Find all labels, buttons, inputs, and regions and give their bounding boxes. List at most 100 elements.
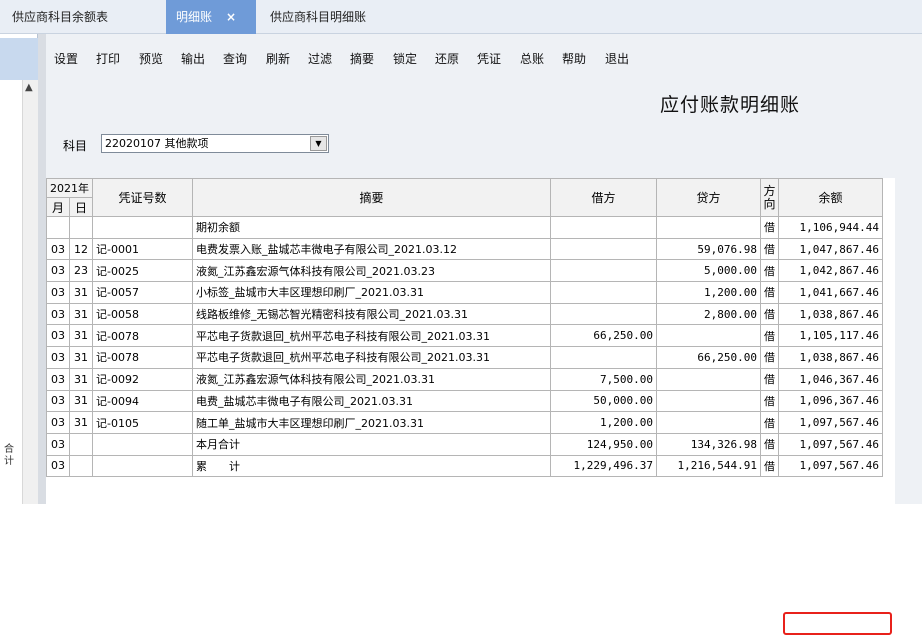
direction-cell: 借 bbox=[760, 411, 779, 434]
debit-cell bbox=[550, 216, 657, 239]
balance-cell: 1,041,667.46 bbox=[778, 281, 883, 304]
toolbar-filter-button[interactable]: 过滤 bbox=[308, 48, 332, 70]
toolbar-print-button[interactable]: 打印 bbox=[96, 48, 120, 70]
toolbar-refresh-button[interactable]: 刷新 bbox=[266, 48, 290, 70]
toolbar-exit-button[interactable]: 退出 bbox=[605, 48, 629, 70]
table-row[interactable]: 03 31 记-0092 液氮_江苏鑫宏源气体科技有限公司_2021.03.31 7,5… bbox=[46, 367, 883, 391]
toolbar-export-button[interactable]: 输出 bbox=[181, 48, 205, 70]
splitter[interactable] bbox=[38, 34, 46, 504]
month-cell: 03 bbox=[46, 346, 70, 369]
table-row[interactable]: 03 12 记-0001 电费发票入账_盐城芯丰微电子有限公司_2021.03.12 5… bbox=[46, 237, 883, 261]
toolbar-query-button[interactable]: 查询 bbox=[223, 48, 247, 70]
toolbar-summary-button[interactable]: 摘要 bbox=[350, 48, 374, 70]
tab-label: 明细账 bbox=[176, 10, 213, 24]
left-scrollbar[interactable] bbox=[22, 80, 38, 504]
tab-supplier-balance[interactable]: 供应商科目余额表 bbox=[12, 0, 108, 34]
tab-detail-ledger[interactable]: 明细账 × bbox=[166, 0, 256, 34]
close-icon[interactable]: × bbox=[226, 10, 236, 24]
table-row[interactable]: 03 31 记-0057 小标签_盐城市大丰区理想印刷厂_2021.03.31 1,20… bbox=[46, 281, 883, 304]
credit-header: 贷方 bbox=[656, 178, 761, 217]
voucher-cell bbox=[92, 216, 193, 239]
month-cell: 03 bbox=[46, 302, 70, 326]
debit-cell bbox=[550, 237, 657, 261]
month-cell: 03 bbox=[46, 259, 70, 283]
month-cell: 03 bbox=[46, 367, 70, 391]
credit-cell bbox=[656, 367, 761, 391]
table-row[interactable]: 期初余额 借 1,106,944.44 bbox=[46, 216, 883, 239]
day-cell: 31 bbox=[69, 281, 93, 304]
debit-cell bbox=[550, 281, 657, 304]
month-cell: 03 bbox=[46, 411, 70, 434]
table-row[interactable]: 03 本月合计 124,950.00 134,326.98 借 1,097,567.46 bbox=[46, 432, 883, 456]
summary-cell: 液氮_江苏鑫宏源气体科技有限公司_2021.03.23 bbox=[192, 259, 551, 283]
table-row[interactable]: 03 31 记-0078 平芯电子货款退回_杭州平芯电子科技有限公司_2021.03.… bbox=[46, 346, 883, 369]
highlight-box bbox=[783, 612, 892, 635]
day-cell: 31 bbox=[69, 411, 93, 434]
table-row[interactable]: 03 31 记-0078 平芯电子货款退回_杭州平芯电子科技有限公司_2021.03.… bbox=[46, 324, 883, 348]
direction-cell: 借 bbox=[760, 389, 779, 413]
debit-cell: 66,250.00 bbox=[550, 324, 657, 348]
summary-cell: 液氮_江苏鑫宏源气体科技有限公司_2021.03.31 bbox=[192, 367, 551, 391]
balance-cell: 1,097,567.46 bbox=[778, 454, 883, 478]
toolbar-preview-button[interactable]: 预览 bbox=[139, 48, 163, 70]
summary-cell: 期初余额 bbox=[192, 216, 551, 239]
toolbar-restore-button[interactable]: 还原 bbox=[435, 48, 459, 70]
voucher-cell: 记-0025 bbox=[92, 259, 193, 283]
summary-cell: 随工单_盐城市大丰区理想印刷厂_2021.03.31 bbox=[192, 411, 551, 434]
table-row[interactable]: 03 31 记-0105 随工单_盐城市大丰区理想印刷厂_2021.03.31 1,20… bbox=[46, 411, 883, 434]
day-cell: 31 bbox=[69, 367, 93, 391]
report-title: 应付账款明细账 bbox=[660, 94, 801, 116]
day-cell: 23 bbox=[69, 259, 93, 283]
tab-supplier-detail[interactable]: 供应商科目明细账 bbox=[270, 0, 366, 34]
table-row[interactable]: 03 31 记-0094 电费_盐城芯丰微电子有限公司_2021.03.31 50,00… bbox=[46, 389, 883, 413]
balance-cell: 1,105,117.46 bbox=[778, 324, 883, 348]
credit-cell: 5,000.00 bbox=[656, 259, 761, 283]
table-row[interactable]: 03 23 记-0025 液氮_江苏鑫宏源气体科技有限公司_2021.03.23 5,0… bbox=[46, 259, 883, 283]
voucher-cell: 记-0078 bbox=[92, 346, 193, 369]
toolbar: 设置 打印 预览 输出 查询 刷新 过滤 摘要 锁定 还原 凭证 总账 帮助 退… bbox=[46, 48, 922, 70]
direction-header: 方向 bbox=[760, 178, 779, 217]
voucher-cell: 记-0057 bbox=[92, 281, 193, 304]
month-cell: 03 bbox=[46, 454, 70, 478]
summary-cell: 小标签_盐城市大丰区理想印刷厂_2021.03.31 bbox=[192, 281, 551, 304]
balance-cell: 1,042,867.46 bbox=[778, 259, 883, 283]
tab-bar: 供应商科目余额表 明细账 × 供应商科目明细账 bbox=[0, 0, 922, 34]
subject-select-value: 22020107 其他款项 bbox=[105, 137, 209, 150]
day-cell bbox=[69, 432, 93, 456]
credit-cell bbox=[656, 389, 761, 413]
day-cell: 31 bbox=[69, 389, 93, 413]
toolbar-help-button[interactable]: 帮助 bbox=[562, 48, 586, 70]
day-cell: 31 bbox=[69, 302, 93, 326]
balance-cell: 1,047,867.46 bbox=[778, 237, 883, 261]
debit-cell bbox=[550, 302, 657, 326]
debit-cell bbox=[550, 346, 657, 369]
balance-cell: 1,096,367.46 bbox=[778, 389, 883, 413]
chevron-down-icon[interactable]: ▼ bbox=[310, 136, 327, 151]
balance-cell: 1,106,944.44 bbox=[778, 216, 883, 239]
voucher-header: 凭证号数 bbox=[92, 178, 193, 217]
day-cell bbox=[69, 454, 93, 478]
balance-cell: 1,097,567.46 bbox=[778, 432, 883, 456]
toolbar-settings-button[interactable]: 设置 bbox=[54, 48, 78, 70]
credit-cell bbox=[656, 411, 761, 434]
direction-cell: 借 bbox=[760, 237, 779, 261]
balance-header: 余额 bbox=[778, 178, 883, 217]
debit-cell: 1,200.00 bbox=[550, 411, 657, 434]
table-row[interactable]: 03 累 计 1,229,496.37 1,216,544.91 借 1,097,567.… bbox=[46, 454, 883, 478]
month-cell: 03 bbox=[46, 237, 70, 261]
credit-cell: 1,216,544.91 bbox=[656, 454, 761, 478]
credit-cell: 134,326.98 bbox=[656, 432, 761, 456]
scroll-up-icon[interactable]: ▲ bbox=[25, 82, 33, 93]
debit-header: 借方 bbox=[550, 178, 657, 217]
toolbar-lock-button[interactable]: 锁定 bbox=[393, 48, 417, 70]
credit-cell: 2,800.00 bbox=[656, 302, 761, 326]
toolbar-voucher-button[interactable]: 凭证 bbox=[477, 48, 501, 70]
day-header: 日 bbox=[69, 197, 93, 217]
table-row[interactable]: 03 31 记-0058 线路板维修_无锡芯智光精密科技有限公司_2021.03.31… bbox=[46, 302, 883, 326]
subject-select[interactable]: 22020107 其他款项 ▼ bbox=[101, 134, 329, 153]
toolbar-ledger-button[interactable]: 总账 bbox=[520, 48, 544, 70]
debit-cell bbox=[550, 259, 657, 283]
direction-cell: 借 bbox=[760, 302, 779, 326]
day-cell bbox=[69, 216, 93, 239]
summary-cell: 电费_盐城芯丰微电子有限公司_2021.03.31 bbox=[192, 389, 551, 413]
